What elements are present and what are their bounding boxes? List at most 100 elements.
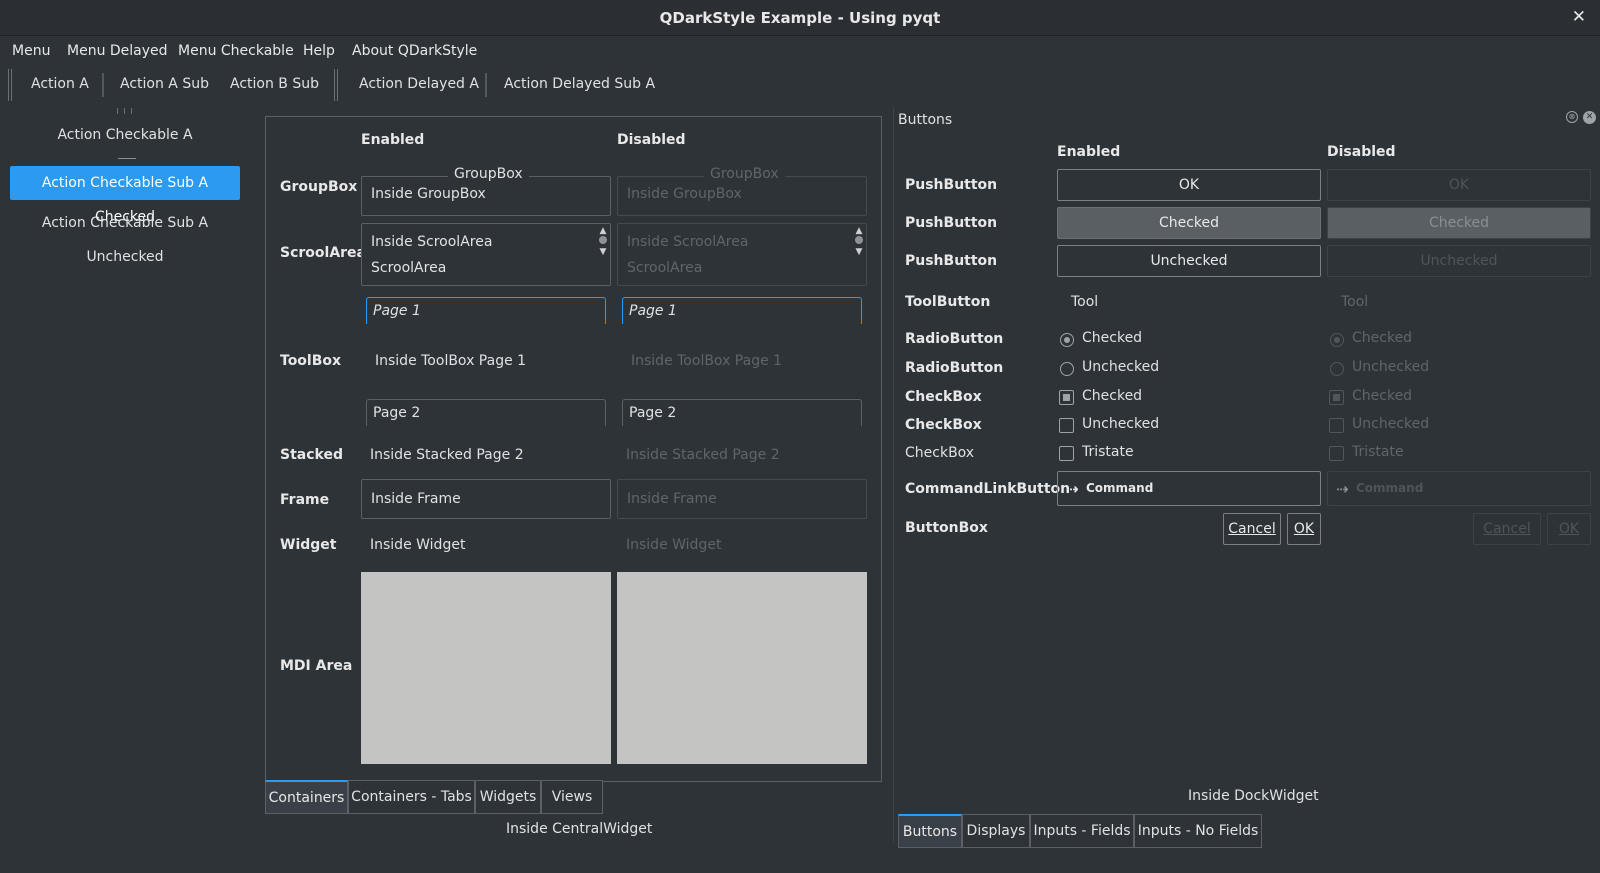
dock-column-enabled: Enabled [1057, 144, 1121, 160]
dock-caption: Inside DockWidget [1188, 788, 1319, 804]
scrollbar: ▲ ▼ [855, 226, 863, 257]
menu-bar: Menu Menu Delayed Menu Checkable Help Ab… [0, 37, 1600, 67]
tab-inputs-fields[interactable]: Inputs - Fields [1030, 814, 1134, 848]
command-link-button[interactable]: ⇢ Command [1057, 471, 1321, 506]
label-checkbox: CheckBox [905, 417, 982, 433]
menu-checkable[interactable]: Menu Checkable [178, 43, 294, 59]
tab-inputs-no-fields[interactable]: Inputs - No Fields [1134, 814, 1262, 848]
checkbox-checked-label: Checked [1082, 388, 1143, 404]
frame-disabled: Inside Frame [617, 479, 867, 519]
central-widget: Enabled Disabled GroupBox GroupBox Insid… [265, 116, 882, 782]
toolbar-action-delayed-sub-a[interactable]: Action Delayed Sub A [504, 76, 655, 92]
checkbox-unchecked-disabled-label: Unchecked [1352, 416, 1430, 432]
toolbar-action-a-sub[interactable]: Action A Sub [120, 76, 209, 92]
radio-checked-disabled-label: Checked [1352, 330, 1413, 346]
tab-containers[interactable]: Containers [265, 780, 348, 814]
menu-help[interactable]: Help [303, 43, 335, 59]
toolbar-action-a[interactable]: Action A [31, 76, 89, 92]
label-pushbutton: PushButton [905, 215, 998, 231]
toolbar-action-delayed-a[interactable]: Action Delayed A [359, 76, 479, 92]
radio-checked[interactable] [1060, 333, 1074, 347]
toolbar-handle[interactable] [334, 69, 335, 101]
checkbox-tristate-disabled [1329, 446, 1344, 461]
toolbox-page-1[interactable]: Page 1 [366, 297, 606, 324]
checkbox-unchecked[interactable] [1059, 418, 1074, 433]
groupbox-content: Inside GroupBox [371, 186, 486, 202]
row-label-scrollarea: ScroolArea [280, 245, 367, 261]
mdi-area-enabled[interactable] [361, 572, 611, 764]
central-caption: Inside CentralWidget [506, 821, 653, 837]
toolbox-page-2[interactable]: Page 2 [366, 399, 606, 426]
toolbar-handle[interactable] [11, 69, 12, 101]
groupbox-title: GroupBox [704, 166, 785, 182]
tab-widgets[interactable]: Widgets [475, 780, 541, 814]
tab-views[interactable]: Views [541, 780, 603, 814]
toolbox-page-1-disabled: Page 1 [622, 297, 862, 324]
toolbar-separator [485, 73, 487, 97]
scrollbar[interactable]: ▲ ▼ [598, 226, 608, 283]
arrow-right-icon: ⇢ [1336, 480, 1349, 498]
toolbar-handle[interactable] [337, 69, 338, 101]
row-label-frame: Frame [280, 492, 330, 508]
radio-unchecked-label: Unchecked [1082, 359, 1160, 375]
widget-content: Inside Widget [370, 537, 466, 553]
main-window: QDarkStyle Example - Using pyqt ✕ Menu M… [0, 0, 1600, 873]
radio-checked-disabled [1330, 333, 1344, 347]
menu-menu[interactable]: Menu [12, 43, 50, 59]
toolbox-content-disabled: Inside ToolBox Page 1 [631, 353, 783, 369]
dock-splitter[interactable] [893, 107, 894, 842]
tool-button[interactable]: Tool [1071, 294, 1098, 310]
radio-unchecked-disabled [1330, 362, 1344, 376]
toolbar-action-b-sub[interactable]: Action B Sub [230, 76, 319, 92]
checkbox-tristate-disabled-label: Tristate [1352, 444, 1404, 460]
toolbox-page-2-disabled: Page 2 [622, 399, 862, 426]
radio-unchecked[interactable] [1060, 362, 1074, 376]
checkbox-tristate[interactable] [1059, 446, 1074, 461]
scrollarea-enabled[interactable]: Inside ScroolArea ScroolArea ▲ ▼ [361, 223, 611, 286]
dock-widget: Enabled Disabled PushButton OK OK PushBu… [898, 107, 1600, 847]
radio-unchecked-disabled-label: Unchecked [1352, 359, 1430, 375]
ok-button[interactable]: OK [1057, 169, 1321, 201]
close-icon[interactable]: ✕ [1572, 7, 1586, 27]
row-label-toolbox: ToolBox [280, 353, 342, 369]
menu-about[interactable]: About QDarkStyle [352, 43, 477, 59]
tab-displays[interactable]: Displays [962, 814, 1030, 848]
toolbar-handle[interactable] [124, 108, 125, 114]
toolbar-handle[interactable] [131, 108, 132, 114]
tab-buttons[interactable]: Buttons [898, 814, 962, 848]
frame-enabled: Inside Frame [361, 479, 611, 519]
checkbox-checked[interactable] [1059, 390, 1074, 405]
action-checkable-sub-a-checked[interactable]: Action Checkable Sub A Checked [10, 166, 240, 225]
groupbox-content: Inside GroupBox [627, 186, 742, 202]
cancel-button[interactable]: Cancel [1223, 513, 1281, 545]
menu-delayed[interactable]: Menu Delayed [67, 43, 168, 59]
toolbar-separator [102, 73, 104, 97]
scroll-line: ScroolArea [627, 260, 703, 276]
frame-content: Inside Frame [627, 491, 717, 507]
label-buttonbox: ButtonBox [905, 520, 988, 536]
buttonbox-ok-button[interactable]: OK [1287, 513, 1321, 545]
scroll-line: Inside ScroolArea [371, 234, 493, 250]
radio-checked-label: Checked [1082, 330, 1143, 346]
command-label: Command [1356, 481, 1424, 495]
unchecked-button[interactable]: Unchecked [1057, 245, 1321, 277]
groupbox-disabled: GroupBox Inside GroupBox [617, 166, 867, 216]
toolbar-handle[interactable] [8, 69, 9, 101]
label-commandlinkbutton: CommandLinkButton [905, 481, 1071, 497]
toolbox-content: Inside ToolBox Page 1 [375, 353, 527, 369]
groupbox-title: GroupBox [448, 166, 529, 182]
action-checkable-sub-a-unchecked[interactable]: Action Checkable Sub A Unchecked [10, 206, 240, 265]
toolbar-handle[interactable] [117, 108, 118, 114]
mdi-area-disabled [617, 572, 867, 764]
checked-button[interactable]: Checked [1057, 207, 1321, 239]
row-label-widget: Widget [280, 537, 337, 553]
widget-content-disabled: Inside Widget [626, 537, 722, 553]
label-checkbox: CheckBox [905, 445, 975, 461]
title-bar: QDarkStyle Example - Using pyqt ✕ [0, 0, 1600, 36]
column-enabled: Enabled [361, 132, 425, 148]
buttonbox-ok-button-disabled: OK [1547, 513, 1591, 545]
tab-containers-tabs[interactable]: Containers - Tabs [348, 780, 475, 814]
dock-column-disabled: Disabled [1327, 144, 1396, 160]
action-checkable-a[interactable]: Action Checkable A [10, 118, 240, 152]
row-label-groupbox: GroupBox [280, 179, 358, 195]
